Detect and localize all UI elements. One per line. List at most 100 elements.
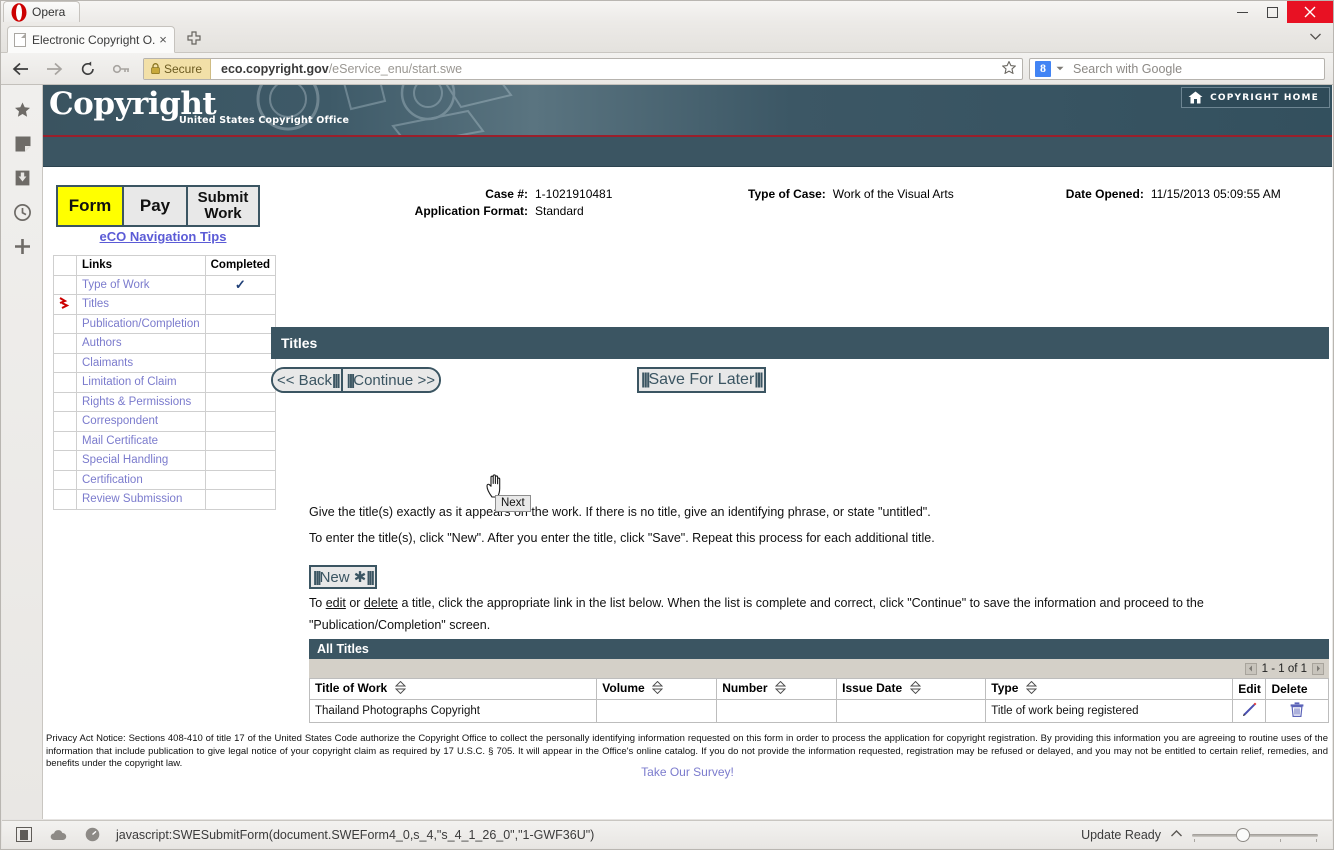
sidebar-item-authors[interactable]: Authors xyxy=(76,333,206,354)
copyright-home-button[interactable]: COPYRIGHT HOME xyxy=(1181,87,1330,108)
sidebar-history-clock-icon[interactable] xyxy=(2,195,43,229)
button-bars: ||| xyxy=(332,371,340,389)
sort-icon[interactable] xyxy=(909,680,921,697)
reload-icon[interactable] xyxy=(73,54,103,84)
table-row[interactable]: Publication/Completion xyxy=(53,313,277,334)
speed-dial-icon[interactable] xyxy=(85,827,100,842)
eco-navigation-tips-link[interactable]: eCO Navigation Tips xyxy=(63,229,263,244)
table-row[interactable]: Mail Certificate xyxy=(53,430,277,451)
column-header-title-of-work[interactable]: Title of Work xyxy=(308,678,598,700)
table-row[interactable]: Authors xyxy=(53,333,277,354)
new-button-required-star: ✱ xyxy=(353,569,367,586)
table-row[interactable]: Limitation of Claim xyxy=(53,372,277,393)
update-ready-label[interactable]: Update Ready xyxy=(1081,828,1161,842)
column-header-type[interactable]: Type xyxy=(985,678,1234,700)
browser-tab-electronic-copyright[interactable]: Electronic Copyright O... × xyxy=(7,26,175,53)
minimize-button[interactable] xyxy=(1227,1,1257,23)
status-chevron-up-icon[interactable] xyxy=(1171,829,1182,840)
table-row[interactable]: Thailand Photographs Copyright Title of … xyxy=(308,699,1329,723)
browser-tabstrip: Electronic Copyright O... × xyxy=(1,23,1333,53)
sidebar-item-titles[interactable]: Titles xyxy=(76,294,206,315)
edit-row-button[interactable] xyxy=(1232,699,1267,723)
opera-app-tab[interactable]: Opera xyxy=(3,1,81,22)
sort-icon[interactable] xyxy=(1025,680,1037,697)
pager-next-button[interactable] xyxy=(1312,662,1324,675)
step-submit-work[interactable]: Submit Work xyxy=(188,187,258,225)
column-header-issue-date[interactable]: Issue Date xyxy=(836,678,987,700)
form-action-buttons: << Back ||| ||| Continue >> ||| Save For La… xyxy=(271,367,1328,395)
sidebar-add-extension-icon[interactable] xyxy=(2,229,43,263)
new-title-button[interactable]: ||| New ✱ ||| xyxy=(309,565,377,589)
search-engine-chevron-down-icon[interactable] xyxy=(1056,64,1064,73)
case-number-value: 1-1021910481 xyxy=(535,187,613,201)
sidebar-item-special-handling[interactable]: Special Handling xyxy=(76,450,206,471)
table-row[interactable]: Type of Work ✓ xyxy=(53,274,277,295)
sidebar-item-limitation-of-claim[interactable]: Limitation of Claim xyxy=(76,372,206,393)
step-pay[interactable]: Pay xyxy=(124,187,188,225)
close-window-button[interactable] xyxy=(1287,1,1333,23)
table-row[interactable]: Special Handling xyxy=(53,450,277,471)
address-bar[interactable]: Secure eco.copyright.gov/eService_enu/st… xyxy=(143,57,1023,80)
completed-cell xyxy=(204,333,277,354)
sidebar-notes-icon[interactable] xyxy=(2,127,43,161)
page-favicon-icon xyxy=(14,32,26,47)
save-for-later-button[interactable]: ||| Save For Later ||| xyxy=(637,367,766,393)
sync-cloud-icon[interactable] xyxy=(50,829,67,841)
back-button[interactable]: << Back ||| xyxy=(273,369,343,391)
maximize-button[interactable] xyxy=(1257,1,1287,23)
zoom-tick xyxy=(1194,838,1195,842)
sidebar-item-correspondent[interactable]: Correspondent xyxy=(76,411,206,432)
table-row[interactable]: Titles xyxy=(53,294,277,315)
sidebar-item-publication-completion[interactable]: Publication/Completion xyxy=(76,313,206,334)
search-box[interactable]: 8 Search with Google xyxy=(1029,57,1325,80)
row-indicator-cell xyxy=(53,489,77,510)
sidebar-item-type-of-work[interactable]: Type of Work xyxy=(76,274,206,295)
zoom-slider-thumb[interactable] xyxy=(1236,827,1250,842)
address-url-text[interactable]: eco.copyright.gov/eService_enu/start.swe xyxy=(211,62,996,76)
all-titles-header: All Titles xyxy=(309,639,1329,659)
sidebar-item-mail-certificate[interactable]: Mail Certificate xyxy=(76,430,206,451)
zoom-tick xyxy=(1280,838,1281,842)
sidebar-bookmarks-star-icon[interactable] xyxy=(2,93,43,127)
table-row[interactable]: Certification xyxy=(53,469,277,490)
sidebar-item-certification[interactable]: Certification xyxy=(76,469,206,490)
back-arrow-icon[interactable] xyxy=(5,54,35,84)
table-row[interactable]: Rights & Permissions xyxy=(53,391,277,412)
delete-link[interactable]: delete xyxy=(364,596,398,610)
instruction-line-3-mid: or xyxy=(345,596,364,610)
tab-list-chevron-down-icon[interactable] xyxy=(1310,29,1321,43)
column-header-volume[interactable]: Volume xyxy=(596,678,718,700)
close-tab-icon[interactable]: × xyxy=(156,32,170,47)
search-input[interactable]: Search with Google xyxy=(1064,62,1324,76)
sort-icon[interactable] xyxy=(394,680,406,697)
edit-link[interactable]: edit xyxy=(326,596,346,610)
new-tab-button[interactable] xyxy=(187,31,201,49)
table-row[interactable]: Claimants xyxy=(53,352,277,373)
sidebar-item-claimants[interactable]: Claimants xyxy=(76,352,206,373)
zoom-slider[interactable] xyxy=(1192,827,1318,842)
row-indicator-cell xyxy=(53,274,77,295)
column-header-number[interactable]: Number xyxy=(716,678,838,700)
button-bars: ||| xyxy=(313,568,321,586)
table-row[interactable]: Review Submission xyxy=(53,489,277,510)
button-bars: ||| xyxy=(346,371,355,389)
sort-icon[interactable] xyxy=(774,680,786,697)
button-bars: ||| xyxy=(366,568,374,586)
bookmark-star-icon[interactable] xyxy=(996,59,1022,77)
pager-prev-button[interactable] xyxy=(1244,662,1257,675)
sort-icon[interactable] xyxy=(651,680,664,697)
sidebar-item-rights-permissions[interactable]: Rights & Permissions xyxy=(76,391,206,412)
secure-badge[interactable]: Secure xyxy=(144,58,212,79)
secure-label: Secure xyxy=(164,61,203,76)
google-search-engine-icon[interactable]: 8 xyxy=(1035,60,1051,77)
step-form[interactable]: Form xyxy=(58,187,124,225)
sidebar-toggle-icon[interactable] xyxy=(16,827,32,842)
take-our-survey-link[interactable]: Take Our Survey! xyxy=(43,765,1332,779)
delete-row-button[interactable] xyxy=(1265,699,1329,723)
forward-arrow-icon[interactable] xyxy=(39,54,69,84)
sidebar-item-review-submission[interactable]: Review Submission xyxy=(76,489,206,510)
continue-button[interactable]: ||| Continue >> xyxy=(342,369,439,391)
key-icon[interactable] xyxy=(107,54,137,84)
table-row[interactable]: Correspondent xyxy=(53,411,277,432)
sidebar-downloads-icon[interactable] xyxy=(2,161,43,195)
